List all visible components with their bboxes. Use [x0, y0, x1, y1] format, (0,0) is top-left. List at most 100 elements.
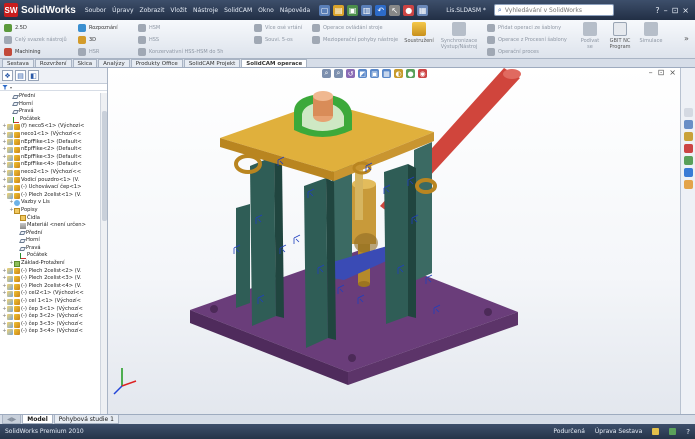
feature-tree-tab-icon[interactable]: ❖: [2, 70, 13, 81]
tree-item[interactable]: - (-) Plech 2celist<1> (V.: [0, 192, 100, 200]
tree-item[interactable]: Pravá: [0, 108, 100, 116]
menu-item[interactable]: Okno: [255, 7, 277, 14]
tab-4[interactable]: Produkty Office: [130, 59, 183, 67]
minimize-icon[interactable]: –: [664, 6, 668, 15]
tree-item[interactable]: + (-) čep 3<4> (Výchozí<: [0, 328, 100, 336]
tree-item[interactable]: + nEpfFike<4> (Default<: [0, 161, 100, 169]
tree-item[interactable]: + (-) Plech 2celist<2> (V.: [0, 268, 100, 276]
ribbon-item-hss[interactable]: HSS: [138, 35, 223, 44]
open-folder-icon[interactable]: ▤: [333, 4, 345, 16]
tab-scroll-arrows[interactable]: ◀▶: [2, 415, 22, 424]
tree-item[interactable]: + Popisy: [0, 207, 100, 215]
app-logo[interactable]: SW SolidWorks: [0, 0, 82, 20]
tree-item[interactable]: Horní: [0, 101, 100, 109]
ribbon-item-sim-5axis[interactable]: Souvi. 5-os: [254, 35, 302, 44]
gcode-button[interactable]: GBIT NC Program: [608, 22, 632, 50]
view-palette-icon[interactable]: [683, 156, 693, 165]
save-icon[interactable]: ▣: [347, 4, 359, 16]
graphics-area[interactable]: ⌕ ⌕ ↺ ◩ ▣ ▦ ◐ ● ◉ – ⊡ ×: [108, 68, 680, 414]
tree-filter[interactable]: ▾: [0, 84, 107, 91]
tab-0[interactable]: Sestava: [2, 59, 34, 67]
assembly-model[interactable]: [108, 68, 680, 414]
ribbon-item-tool-motions[interactable]: Mezioperační pohyby nástroje: [312, 35, 398, 44]
search-input[interactable]: [504, 6, 605, 14]
turning-button[interactable]: Soustružení: [404, 22, 434, 44]
tab-2[interactable]: Skica: [72, 59, 98, 67]
custom-properties-icon[interactable]: [683, 180, 693, 189]
tree-item[interactable]: Počátek: [0, 252, 100, 260]
ribbon-item-recognition[interactable]: Rozpoznání: [78, 23, 118, 32]
tree-item[interactable]: + (-) Plech 2celist<3> (V.: [0, 275, 100, 283]
tree-scrollbar[interactable]: [100, 93, 107, 414]
ribbon-item-multiaxis-drilling[interactable]: Více osé vrtání: [254, 23, 302, 32]
property-manager-tab-icon[interactable]: ▤: [15, 70, 26, 81]
undo-icon[interactable]: ↶: [375, 4, 387, 16]
tree-item[interactable]: + (-) čep 3<2> (Výchozí<: [0, 313, 100, 321]
units-icon[interactable]: [669, 428, 677, 435]
close-icon[interactable]: ×: [682, 6, 689, 15]
search-results-icon[interactable]: [683, 144, 693, 153]
tree-item[interactable]: + Vodicí pouzdro<1> (V.: [0, 177, 100, 185]
tree-scrollbar-thumb[interactable]: [102, 111, 107, 221]
tab-3[interactable]: Analýzy: [98, 59, 130, 67]
ribbon-item-hsr[interactable]: HSR: [78, 47, 118, 56]
view-button[interactable]: Podívat se: [580, 22, 600, 50]
tree-item[interactable]: Horní: [0, 237, 100, 245]
sync-button[interactable]: Synchronizace Výstup/Nástroj: [441, 22, 477, 50]
tree-item[interactable]: + neco1<1> (Výchozí<<: [0, 131, 100, 139]
ribbon-item-3d[interactable]: 3D: [78, 35, 118, 44]
tree-item[interactable]: + (-) cel 1<1> (Výchozí<: [0, 298, 100, 306]
rebuild-status-icon[interactable]: [652, 428, 660, 435]
menu-item[interactable]: SolidCAM: [221, 7, 255, 14]
tree-item[interactable]: + (-) Uchovávací čep<1>: [0, 184, 100, 192]
tree-item[interactable]: + nEpfFike<3> (Default<: [0, 154, 100, 162]
ribbon-item-2-5d[interactable]: 2.5D: [4, 23, 67, 32]
menu-item[interactable]: Vložit: [167, 7, 190, 14]
ribbon-item-machine-control[interactable]: Operace ovládání stroje: [312, 23, 398, 32]
tree-item[interactable]: Materiál <není určen>: [0, 222, 100, 230]
search-box[interactable]: ⌕: [493, 4, 614, 16]
rebuild-icon[interactable]: ●: [403, 4, 415, 16]
restore-icon[interactable]: ⊡: [672, 6, 679, 15]
configuration-tab-icon[interactable]: ◧: [28, 70, 39, 81]
menu-item[interactable]: Soubor: [82, 7, 109, 14]
ribbon-item-operation-process[interactable]: Operační proces: [487, 47, 567, 56]
tree-item[interactable]: Přední: [0, 93, 100, 101]
new-document-icon[interactable]: ▢: [319, 4, 331, 16]
resources-icon[interactable]: [683, 108, 693, 117]
bottom-tab-1[interactable]: Pohybová studie 1: [53, 415, 119, 424]
print-icon[interactable]: ▥: [361, 4, 373, 16]
ribbon-item-tool-set[interactable]: Celý svazek nástrojů: [4, 35, 67, 44]
bottom-tab-0[interactable]: Model: [22, 415, 53, 424]
appearances-icon[interactable]: [683, 168, 693, 177]
options-icon[interactable]: ▦: [417, 4, 429, 16]
ribbon-item-hss-hsm[interactable]: Konzervativní HSS-HSM do 5h: [138, 47, 223, 56]
select-icon[interactable]: ↖: [389, 4, 401, 16]
tree-item[interactable]: Pravá: [0, 245, 100, 253]
menu-item[interactable]: Úpravy: [109, 7, 136, 14]
ribbon-item-machining[interactable]: Machining: [4, 47, 67, 56]
tree-item[interactable]: Čidla: [0, 215, 100, 223]
green-clamp[interactable]: [294, 91, 352, 137]
ribbon-item-process-template[interactable]: Operace z Procesní šablony: [487, 35, 567, 44]
tab-5[interactable]: SolidCAM Projekt: [183, 59, 241, 67]
tree-item[interactable]: + Vazby v Lis: [0, 199, 100, 207]
menu-item[interactable]: Nástroje: [190, 7, 221, 14]
help-icon[interactable]: ?: [655, 6, 659, 15]
menu-item[interactable]: Zobrazit: [137, 7, 168, 14]
ribbon-expand-icon[interactable]: »: [684, 34, 689, 43]
simulation-button[interactable]: Simulace: [638, 22, 664, 44]
ribbon-item-add-from-template[interactable]: Přidat operaci ze šablony: [487, 23, 567, 32]
ribbon-item-hsm[interactable]: HSM: [138, 23, 223, 32]
front-columns[interactable]: [236, 156, 416, 348]
tree-item[interactable]: Přední: [0, 230, 100, 238]
help-status-icon[interactable]: ?: [686, 428, 690, 436]
design-library-icon[interactable]: [683, 120, 693, 129]
tab-6[interactable]: SolidCAM operace: [241, 59, 308, 67]
tree-item[interactable]: + (-) cel2<1> (Výchozí<<: [0, 290, 100, 298]
tree-item[interactable]: + Základ-Protažení: [0, 260, 100, 268]
menu-item[interactable]: Nápověda: [277, 7, 313, 14]
file-explorer-icon[interactable]: [683, 132, 693, 141]
tree-item[interactable]: + neco2<1> (Výchozí<<: [0, 169, 100, 177]
tree-item[interactable]: + (f) neco5<1> (Výchozí<: [0, 123, 100, 131]
